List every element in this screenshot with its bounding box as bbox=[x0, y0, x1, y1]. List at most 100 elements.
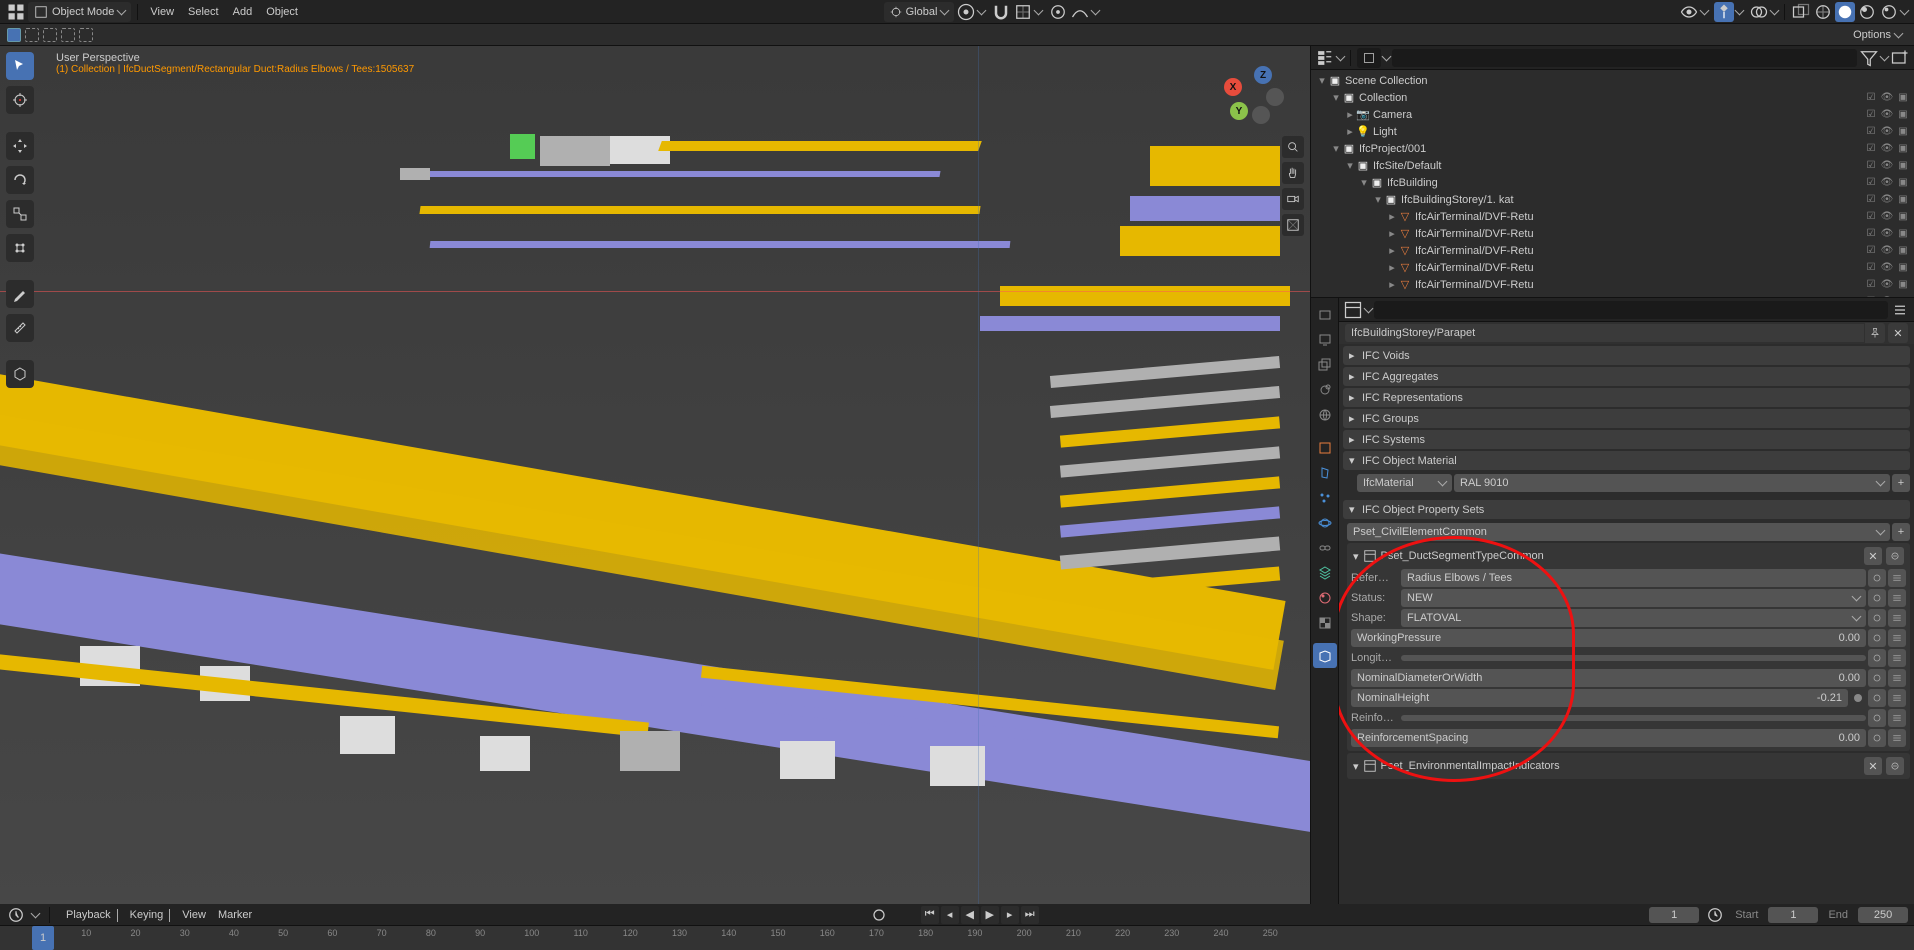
edit-icon[interactable] bbox=[1888, 709, 1906, 727]
tab-scene[interactable] bbox=[1313, 377, 1337, 402]
link-icon[interactable] bbox=[1868, 589, 1886, 607]
play-icon[interactable]: ▶ bbox=[981, 906, 999, 924]
shading-material[interactable] bbox=[1857, 2, 1877, 22]
property-input[interactable] bbox=[1401, 655, 1866, 661]
panel-header[interactable]: ▾IFC Object Material bbox=[1343, 451, 1910, 470]
select-mode-extend[interactable] bbox=[25, 28, 39, 42]
tree-row[interactable]: ▸▽IfcAirTerminal/DVF-Retu☑👁▣ bbox=[1311, 276, 1914, 293]
clock-icon[interactable] bbox=[1705, 905, 1725, 925]
link-icon[interactable] bbox=[1868, 669, 1886, 687]
tree-row[interactable]: ▸▽IfcAirTerminal/DVF-Retu☑👁▣ bbox=[1311, 242, 1914, 259]
tab-object[interactable] bbox=[1313, 435, 1337, 460]
3d-viewport[interactable]: User Perspective (1) Collection | IfcDuc… bbox=[0, 46, 1310, 904]
property-input[interactable]: NominalDiameterOrWidth0.00 bbox=[1351, 669, 1866, 687]
zoom-icon[interactable] bbox=[1282, 136, 1304, 158]
tab-render[interactable] bbox=[1313, 302, 1337, 327]
keyframe-next-icon[interactable]: ▸ bbox=[1001, 906, 1019, 924]
tab-constraints[interactable] bbox=[1313, 535, 1337, 560]
timeline-menu[interactable]: Marker bbox=[212, 907, 258, 923]
overlay-toggle[interactable] bbox=[1749, 2, 1769, 22]
tab-world[interactable] bbox=[1313, 402, 1337, 427]
tool-select-box[interactable] bbox=[6, 52, 34, 80]
tab-viewlayer[interactable] bbox=[1313, 352, 1337, 377]
select-mode-invert[interactable] bbox=[79, 28, 93, 42]
close-icon[interactable]: ✕ bbox=[1864, 757, 1882, 775]
panel-header[interactable]: ▸IFC Aggregates bbox=[1343, 367, 1910, 386]
tool-transform[interactable] bbox=[6, 234, 34, 262]
panel-header[interactable]: ▸IFC Representations bbox=[1343, 388, 1910, 407]
outliner-tree[interactable]: ▾▣Scene Collection▾▣Collection☑👁▣▸📷Camer… bbox=[1311, 70, 1914, 297]
new-collection-icon[interactable] bbox=[1890, 48, 1910, 68]
timeline-menu[interactable]: View bbox=[176, 907, 212, 923]
tab-data[interactable] bbox=[1313, 560, 1337, 585]
pivot-icon[interactable] bbox=[956, 2, 976, 22]
edit-icon[interactable] bbox=[1888, 729, 1906, 747]
camera-icon[interactable] bbox=[1282, 188, 1304, 210]
perspective-icon[interactable] bbox=[1282, 214, 1304, 236]
outliner-editor-icon[interactable] bbox=[1315, 48, 1335, 68]
material-value-select[interactable]: RAL 9010 bbox=[1454, 474, 1890, 492]
timeline-editor-icon[interactable] bbox=[6, 905, 26, 925]
tab-material[interactable] bbox=[1313, 585, 1337, 610]
tab-modifiers[interactable] bbox=[1313, 460, 1337, 485]
breadcrumb-input[interactable]: IfcBuildingStorey/Parapet bbox=[1345, 324, 1864, 342]
tree-row[interactable]: ▾▣IfcBuilding☑👁▣ bbox=[1311, 174, 1914, 191]
panel-header[interactable]: ▸IFC Systems bbox=[1343, 430, 1910, 449]
tab-physics[interactable] bbox=[1313, 510, 1337, 535]
tool-move[interactable] bbox=[6, 132, 34, 160]
add-icon[interactable]: + bbox=[1892, 474, 1910, 492]
tree-row[interactable]: ▸▽IfcAirTerminal/DVF-Retu☑👁▣ bbox=[1311, 208, 1914, 225]
expand-icon[interactable]: ▾ bbox=[1353, 760, 1359, 773]
edit-icon[interactable] bbox=[1888, 689, 1906, 707]
tab-output[interactable] bbox=[1313, 327, 1337, 352]
edit-icon[interactable] bbox=[1888, 669, 1906, 687]
proportional-edit-icon[interactable] bbox=[1048, 2, 1068, 22]
visibility-icon[interactable] bbox=[1679, 2, 1699, 22]
tree-row[interactable]: ▸▽IfcAirTerminal/DVF-Retu☑👁▣ bbox=[1311, 293, 1914, 297]
props-editor-icon[interactable] bbox=[1343, 300, 1363, 320]
property-input[interactable]: ReinforcementSpacing0.00 bbox=[1351, 729, 1866, 747]
property-input[interactable]: FLATOVAL bbox=[1401, 609, 1866, 627]
filter-icon[interactable] bbox=[1859, 48, 1879, 68]
property-input[interactable]: NominalHeight-0.21 bbox=[1351, 689, 1848, 707]
timeline-track[interactable]: 1 10203040506070809010011012013014015016… bbox=[0, 926, 1914, 950]
pin-icon[interactable] bbox=[1865, 323, 1885, 343]
tree-row[interactable]: ▸▽IfcAirTerminal/DVF-Retu☑👁▣ bbox=[1311, 225, 1914, 242]
panel-header[interactable]: ▾IFC Object Property Sets bbox=[1343, 500, 1910, 519]
end-frame-input[interactable]: 250 bbox=[1858, 907, 1908, 923]
tool-add-primitive[interactable] bbox=[6, 360, 34, 388]
link-icon[interactable] bbox=[1868, 689, 1886, 707]
shading-solid[interactable] bbox=[1835, 2, 1855, 22]
display-mode-dropdown[interactable] bbox=[1357, 48, 1381, 68]
property-input[interactable]: NEW bbox=[1401, 589, 1866, 607]
orientation-dropdown[interactable]: Global bbox=[884, 2, 955, 22]
snap-type-icon[interactable] bbox=[1013, 2, 1033, 22]
edit-icon[interactable] bbox=[1888, 589, 1906, 607]
tree-row[interactable]: ▾▣Collection☑👁▣ bbox=[1311, 89, 1914, 106]
editor-type-icon[interactable] bbox=[6, 2, 26, 22]
timeline-menu[interactable]: Playback bbox=[60, 907, 117, 923]
tab-texture[interactable] bbox=[1313, 610, 1337, 635]
props-options-icon[interactable] bbox=[1890, 300, 1910, 320]
link-icon[interactable] bbox=[1868, 569, 1886, 587]
properties-search[interactable] bbox=[1374, 301, 1888, 319]
current-frame-input[interactable]: 1 bbox=[1649, 907, 1699, 923]
link-icon[interactable] bbox=[1868, 629, 1886, 647]
tool-rotate[interactable] bbox=[6, 166, 34, 194]
tool-cursor[interactable] bbox=[6, 86, 34, 114]
tool-scale[interactable] bbox=[6, 200, 34, 228]
menu-select[interactable]: Select bbox=[182, 4, 225, 20]
tree-row[interactable]: ▾▣IfcBuildingStorey/1. kat☑👁▣ bbox=[1311, 191, 1914, 208]
xray-icon[interactable] bbox=[1791, 2, 1811, 22]
tree-row[interactable]: ▸▽IfcAirTerminal/DVF-Retu☑👁▣ bbox=[1311, 259, 1914, 276]
add-icon[interactable]: + bbox=[1892, 523, 1910, 541]
material-type-select[interactable]: IfcMaterial bbox=[1357, 474, 1452, 492]
link-icon[interactable] bbox=[1868, 709, 1886, 727]
select-mode-subtract[interactable] bbox=[43, 28, 57, 42]
timeline-menu[interactable]: Keying bbox=[124, 907, 170, 923]
delete-icon[interactable] bbox=[1886, 757, 1904, 775]
tool-measure[interactable] bbox=[6, 314, 34, 342]
edit-icon[interactable] bbox=[1888, 629, 1906, 647]
tree-row[interactable]: ▾▣IfcSite/Default☑👁▣ bbox=[1311, 157, 1914, 174]
tree-row[interactable]: ▾▣IfcProject/001☑👁▣ bbox=[1311, 140, 1914, 157]
